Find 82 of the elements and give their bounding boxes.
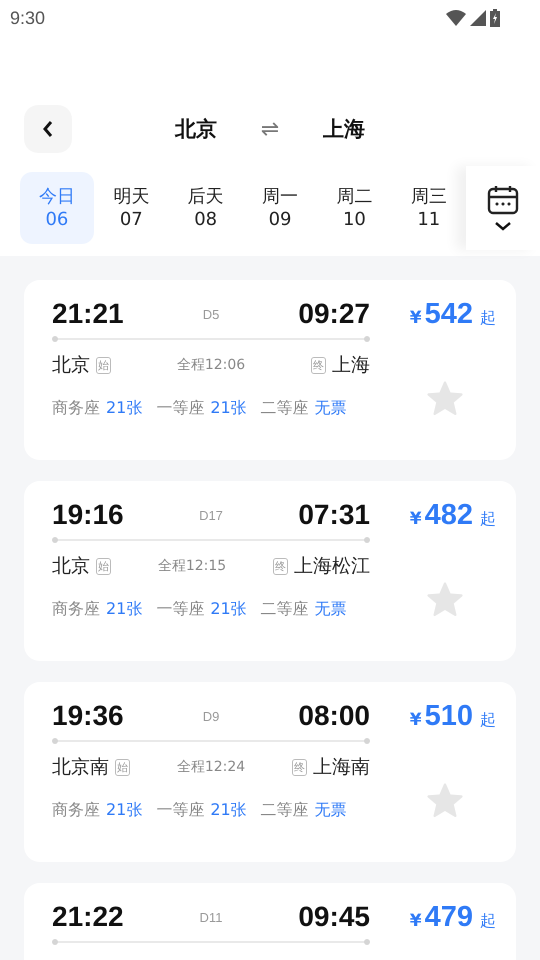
currency-symbol: ¥ bbox=[410, 911, 422, 931]
date-tab[interactable]: 周二 10 bbox=[318, 172, 392, 244]
departure-station: 北京 bbox=[52, 353, 90, 378]
seat-count: 21张 bbox=[210, 800, 247, 819]
departure-time: 21:21 bbox=[52, 298, 124, 330]
price: 479 bbox=[424, 901, 473, 934]
departure-time: 21:22 bbox=[52, 901, 124, 933]
departure-time: 19:36 bbox=[52, 700, 124, 732]
seat-count: 21张 bbox=[106, 800, 142, 819]
seat-class: 一等座 bbox=[156, 398, 204, 417]
arrival-time: 07:31 bbox=[298, 499, 370, 531]
seat-count: 无票 bbox=[314, 398, 347, 417]
currency-symbol: ¥ bbox=[410, 509, 422, 529]
seat-class: 二等座 bbox=[260, 398, 309, 417]
price-suffix: 起 bbox=[480, 911, 496, 932]
departure-time: 19:16 bbox=[52, 499, 124, 531]
seat-class: 一等座 bbox=[156, 599, 204, 618]
start-tag: 始 bbox=[96, 356, 111, 374]
train-card[interactable]: 19:36 D9 08:00 北京南 始 全程12:24 终 上海南 商务座 21张 一等座 21张 二等座 无票 ¥510 起 bbox=[24, 682, 516, 862]
train-number: D9 bbox=[202, 708, 220, 724]
end-tag: 终 bbox=[310, 356, 326, 374]
price-suffix: 起 bbox=[480, 509, 496, 530]
duration: 全程12:24 bbox=[176, 758, 246, 776]
departure-city[interactable]: 北京 bbox=[174, 115, 217, 143]
chevron-down-icon bbox=[494, 221, 512, 231]
seat-class: 商务座 bbox=[52, 599, 100, 618]
arrival-station: 上海松江 bbox=[294, 554, 370, 579]
calendar-button[interactable] bbox=[466, 166, 540, 250]
currency-symbol: ¥ bbox=[410, 308, 422, 328]
date-tab[interactable]: 明天 07 bbox=[94, 172, 168, 244]
star-icon[interactable] bbox=[426, 381, 464, 417]
date-tab[interactable]: 周三 11 bbox=[392, 172, 466, 244]
seat-class: 二等座 bbox=[260, 599, 309, 618]
start-tag: 始 bbox=[115, 758, 130, 776]
price-suffix: 起 bbox=[480, 710, 496, 731]
train-card[interactable]: 21:21 D5 09:27 北京 始 全程12:06 终 上海 商务座 21张 一等座 21张 二等座 无票 ¥542 起 bbox=[24, 280, 516, 460]
arrival-time: 09:45 bbox=[298, 901, 370, 933]
star-icon[interactable] bbox=[426, 582, 464, 618]
price: 510 bbox=[424, 700, 473, 733]
departure-station: 北京南 bbox=[52, 755, 109, 780]
duration: 全程12:15 bbox=[158, 557, 226, 575]
seat-class: 二等座 bbox=[260, 800, 309, 819]
date-tab[interactable]: 周一 09 bbox=[243, 172, 317, 244]
arrival-time: 08:00 bbox=[298, 700, 370, 732]
calendar-icon bbox=[487, 185, 520, 215]
train-card[interactable]: 21:22 D11 09:45 ¥479 起 bbox=[24, 883, 516, 960]
end-tag: 终 bbox=[292, 758, 307, 776]
currency-symbol: ¥ bbox=[410, 710, 422, 730]
seat-count: 无票 bbox=[314, 599, 347, 618]
price: 542 bbox=[424, 298, 473, 331]
signal-icon bbox=[470, 10, 486, 26]
start-tag: 始 bbox=[96, 558, 111, 574]
seat-class: 商务座 bbox=[52, 800, 100, 819]
seat-count: 21张 bbox=[106, 398, 142, 417]
departure-station: 北京 bbox=[52, 554, 90, 579]
back-button[interactable] bbox=[24, 105, 72, 153]
arrival-city[interactable]: 上海 bbox=[323, 115, 366, 143]
chevron-left-icon bbox=[41, 120, 55, 138]
price: 482 bbox=[424, 499, 473, 532]
duration: 全程12:06 bbox=[176, 356, 246, 374]
seat-count: 21张 bbox=[106, 599, 142, 618]
seat-count: 21张 bbox=[210, 599, 247, 618]
battery-icon bbox=[490, 9, 500, 27]
date-tab[interactable]: 后天 08 bbox=[168, 172, 243, 244]
arrival-time: 09:27 bbox=[298, 298, 370, 330]
price-suffix: 起 bbox=[480, 308, 496, 329]
train-card[interactable]: 19:16 D17 07:31 北京 始 全程12:15 终 上海松江 商务座 21张 一等座 21张 二等座 无票 ¥482 起 bbox=[24, 481, 516, 661]
arrival-station: 上海南 bbox=[312, 755, 370, 780]
arrival-station: 上海 bbox=[332, 353, 370, 378]
seat-class: 一等座 bbox=[156, 800, 204, 819]
train-number: D17 bbox=[199, 508, 223, 522]
seat-count: 21张 bbox=[210, 398, 247, 417]
seat-count: 无票 bbox=[314, 800, 347, 819]
swap-icon[interactable]: ⇌ bbox=[260, 116, 280, 142]
seat-class: 商务座 bbox=[52, 398, 100, 417]
status-time: 9:30 bbox=[10, 8, 46, 28]
train-number: D11 bbox=[200, 910, 222, 924]
star-icon[interactable] bbox=[426, 783, 464, 819]
wifi-icon bbox=[446, 10, 466, 26]
end-tag: 终 bbox=[272, 558, 288, 574]
date-tab[interactable]: 今日 06 bbox=[20, 172, 94, 244]
train-number: D5 bbox=[202, 306, 220, 322]
